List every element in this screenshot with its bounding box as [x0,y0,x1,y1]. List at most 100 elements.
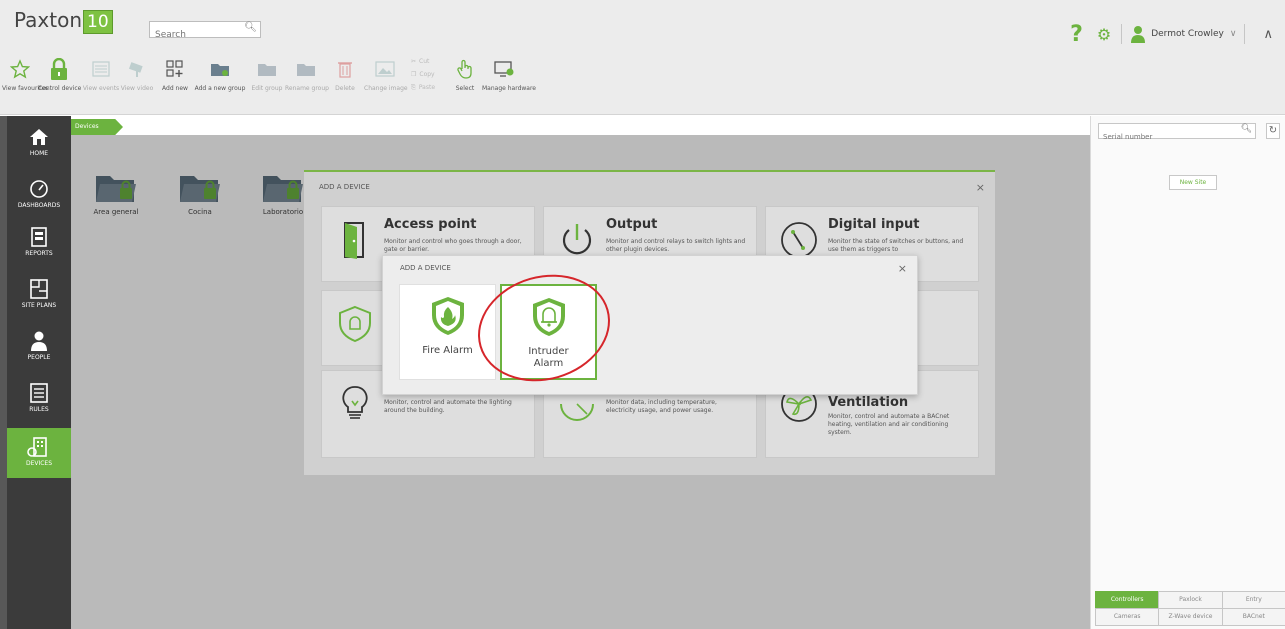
dialog-title: ADD A DEVICE [319,183,370,191]
reports-icon [31,227,47,247]
copy-button[interactable]: ❐ Copy [411,68,435,81]
paxton-logo: Paxton 10 [14,8,113,34]
sidebar-label: DASHBOARDS [17,202,61,209]
edit-group-icon [258,64,276,76]
clipboard-group: ✂ Cut ❐ Copy ⎘ Paste [411,55,435,94]
search-input[interactable] [150,27,240,43]
power-icon [562,224,592,255]
tab-z-wave-device[interactable]: Z-Wave device [1158,608,1223,626]
home-icon [30,129,48,145]
rename-group-button[interactable]: Rename group [285,55,329,92]
top-right-controls: ? ⚙ Dermot Crowley ∨ ∧ [1070,19,1285,49]
help-icon[interactable]: ? [1070,22,1083,47]
lock-icon [51,58,67,80]
sidebar-item-devices[interactable]: DEVICES [7,428,71,478]
sidebar-item-site-plans[interactable]: SITE PLANS [7,276,71,320]
fire-shield-icon [431,297,464,335]
sidebar-label: DEVICES [25,460,53,467]
manage-hardware-button[interactable]: Manage hardware [482,55,536,92]
sidebar-item-home[interactable]: HOME [7,124,71,168]
refresh-icon[interactable]: ↻ [1266,123,1280,139]
camera-icon [128,62,143,77]
option-label: Intruder [528,346,569,357]
add-new-icon [166,60,183,77]
add-new-group-button[interactable]: Add a new group [192,55,248,92]
view-events-button[interactable]: View events [82,55,120,92]
search-icon[interactable]: 🔍︎ [244,22,257,33]
star-icon [10,59,30,79]
sidebar-item-people[interactable]: PEOPLE [7,328,71,372]
bulb-icon [342,386,368,419]
sidebar-item-dashboards[interactable]: DASHBOARDS [7,176,71,220]
dialog-header: ADD A DEVICE × [383,256,917,280]
main-sidebar: HOME DASHBOARDS REPORTS SITE PLANS PEOPL… [0,116,71,629]
switch-icon [781,222,817,258]
add-new-button[interactable]: Add new [158,55,192,92]
sidebar-label: PEOPLE [27,354,51,361]
bell-shield-icon [532,298,565,336]
rename-group-icon [297,64,315,76]
new-site-button[interactable]: New Site [1169,175,1217,190]
sidebar-label: HOME [29,150,49,157]
monitor-icon [494,61,514,77]
person-icon [31,331,47,351]
events-icon [92,61,110,77]
devices-icon [27,437,47,457]
site-plans-icon [30,279,48,299]
top-bar: Paxton10 🔍︎ ? ⚙ Dermot Crowley ∨ ∧ View … [0,0,1285,115]
gauge-icon [30,180,48,198]
dialog-header: ADD A DEVICE × [304,172,995,202]
serial-number-box[interactable]: 🔍︎ [1098,123,1256,144]
image-icon [375,61,395,77]
view-favourites-button[interactable]: View favourites [2,55,48,92]
control-device-button[interactable]: Control device [38,55,81,92]
hand-pointer-icon [457,59,472,79]
view-video-button[interactable]: View video [120,55,154,92]
tab-bacnet[interactable]: BACnet [1221,608,1285,626]
delete-button[interactable]: Delete [330,55,360,92]
user-name[interactable]: Dermot Crowley [1151,29,1224,39]
sidebar-label: RULES [29,406,49,413]
chevron-down-icon[interactable]: ∨ [1230,29,1237,39]
ribbon-toolbar: View favourites Control device View even… [0,55,780,115]
edit-group-button[interactable]: Edit group [250,55,284,92]
close-icon[interactable]: × [898,262,907,275]
add-group-icon [211,64,229,76]
option-label: Alarm [533,358,564,369]
right-panel: 🔍︎ ↻ New Site Controllers Paxlock Entry … [1090,116,1285,629]
intruder-alarm-option[interactable]: Intruder Alarm [500,284,597,380]
option-label: Fire Alarm [422,345,473,356]
breadcrumb[interactable]: Devices [71,119,123,135]
settings-gear-icon[interactable]: ⚙ [1097,25,1111,44]
trash-icon [338,62,352,78]
paste-button[interactable]: ⎘ Paste [411,81,435,94]
serial-number-input[interactable] [1099,130,1239,144]
scissors-icon: ✂ [411,58,417,65]
alarm-shield-icon [339,305,371,343]
user-icon[interactable] [1130,25,1146,43]
sidebar-label: REPORTS [25,250,53,257]
search-icon[interactable]: 🔍︎ [1241,124,1252,134]
sidebar-item-rules[interactable]: RULES [7,380,71,424]
copy-icon: ❐ [411,71,417,78]
fire-alarm-option[interactable]: Fire Alarm [399,284,496,380]
tab-controllers[interactable]: Controllers [1095,591,1160,609]
close-icon[interactable]: × [976,181,985,194]
sidebar-item-reports[interactable]: REPORTS [7,224,71,268]
tab-cameras[interactable]: Cameras [1095,608,1160,626]
tab-entry[interactable]: Entry [1221,591,1285,609]
device-type-tabs: Controllers Paxlock Entry Cameras Z-Wave… [1095,591,1285,626]
door-icon [344,222,364,259]
search-box[interactable]: 🔍︎ [149,21,261,43]
collapse-ribbon-icon[interactable]: ∧ [1263,27,1273,42]
add-alarm-device-dialog: ADD A DEVICE × Fire Alarm Intruder Alarm [382,255,918,395]
dialog-title: ADD A DEVICE [400,264,451,272]
select-button[interactable]: Select [450,55,480,92]
rules-icon [30,383,48,403]
paste-icon: ⎘ [411,83,416,91]
sidebar-label: SITE PLANS [21,302,57,309]
tab-paxlock[interactable]: Paxlock [1158,591,1223,609]
separator [1121,24,1123,44]
change-image-button[interactable]: Change image [364,55,408,92]
cut-button[interactable]: ✂ Cut [411,55,435,68]
